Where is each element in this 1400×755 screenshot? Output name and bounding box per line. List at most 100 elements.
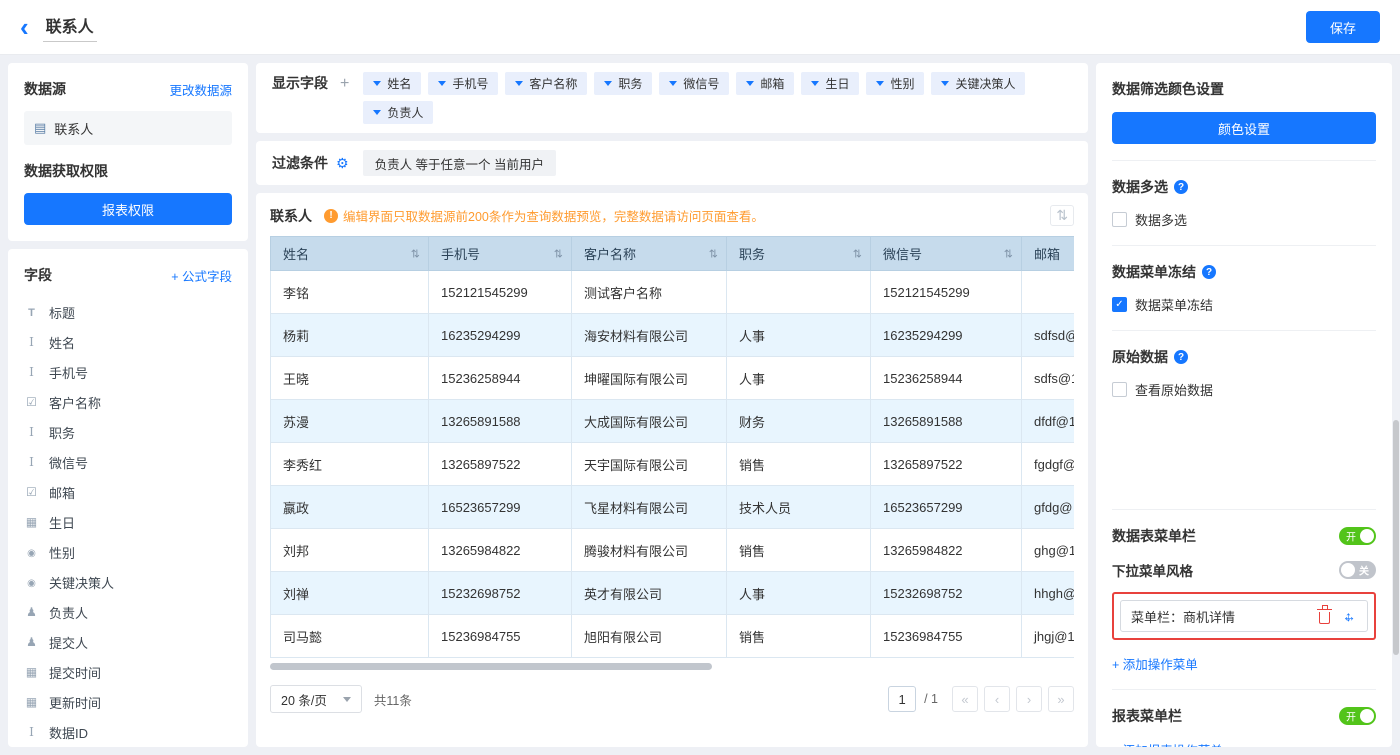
field-item-customer[interactable]: 客户名称 <box>24 387 232 417</box>
field-item-submit-time[interactable]: 提交时间 <box>24 657 232 687</box>
next-page-button[interactable] <box>1016 686 1042 712</box>
multi-select-section: 数据多选 数据多选 <box>1112 161 1376 246</box>
column-header[interactable]: 职务 <box>727 237 871 271</box>
field-item-gender[interactable]: 性别 <box>24 537 232 567</box>
trash-icon[interactable] <box>1319 612 1330 624</box>
table-row[interactable]: 苏漫13265891588大成国际有限公司财务13265891588dfdf@1 <box>271 400 1075 443</box>
fields-card: 字段 + 公式字段 标题 姓名 手机号 客户名称 职务 微信号 邮箱 生日 性别… <box>8 249 248 747</box>
display-field-chip[interactable]: 邮箱 <box>736 72 794 95</box>
filter-condition-chip[interactable]: 负责人 等于任意一个 当前用户 <box>363 150 556 176</box>
field-item-birthday[interactable]: 生日 <box>24 507 232 537</box>
field-label: 性别 <box>49 543 75 562</box>
table-row[interactable]: 嬴政16523657299飞星材料有限公司技术人员16523657299gfdg… <box>271 486 1075 529</box>
gear-icon[interactable] <box>336 155 349 172</box>
menu-bar-item[interactable]: 菜单栏：商机详情 <box>1120 600 1368 632</box>
last-page-button[interactable] <box>1048 686 1074 712</box>
sort-arrows-icon[interactable] <box>853 247 862 260</box>
add-display-field-button[interactable]: + <box>340 72 349 95</box>
table-preview-card: 联系人 编辑界面只取数据源前200条作为查询数据预览，完整数据请访问页面查看。 … <box>256 193 1088 747</box>
table-row[interactable]: 李铭152121545299测试客户名称152121545299 <box>271 271 1075 314</box>
field-item-wechat[interactable]: 微信号 <box>24 447 232 477</box>
color-settings-title: 数据筛选颜色设置 <box>1112 79 1376 99</box>
cell: 13265897522 <box>429 443 572 486</box>
field-label: 邮箱 <box>49 483 75 502</box>
question-icon[interactable] <box>1202 265 1216 279</box>
sort-arrows-icon[interactable] <box>554 247 563 260</box>
sort-arrows-icon[interactable] <box>709 247 718 260</box>
raw-data-checkbox[interactable] <box>1112 382 1127 397</box>
column-header[interactable]: 邮箱 <box>1022 237 1075 271</box>
field-item-decision-maker[interactable]: 关键决策人 <box>24 567 232 597</box>
toggle-label: 开 <box>1346 529 1356 544</box>
field-item-phone[interactable]: 手机号 <box>24 357 232 387</box>
display-field-chip[interactable]: 生日 <box>801 72 859 95</box>
field-label: 标题 <box>49 303 75 322</box>
display-field-chip[interactable]: 负责人 <box>363 101 433 124</box>
change-datasource-link[interactable]: 更改数据源 <box>169 80 232 99</box>
field-item-submitter[interactable]: 提交人 <box>24 627 232 657</box>
question-icon[interactable] <box>1174 350 1188 364</box>
column-header[interactable]: 微信号 <box>871 237 1022 271</box>
back-icon[interactable] <box>20 17 29 37</box>
cell: 飞星材料有限公司 <box>572 486 727 529</box>
field-item-data-id[interactable]: 数据ID <box>24 717 232 747</box>
display-field-chip[interactable]: 微信号 <box>659 72 729 95</box>
color-settings-button[interactable]: 颜色设置 <box>1112 112 1376 144</box>
table-row[interactable]: 司马懿15236984755旭阳有限公司销售15236984755jhgj@1 <box>271 615 1075 658</box>
table-row[interactable]: 李秀红13265897522天宇国际有限公司销售13265897522fgdgf… <box>271 443 1075 486</box>
table-row[interactable]: 刘邦13265984822腾骏材料有限公司销售13265984822ghg@1 <box>271 529 1075 572</box>
cell <box>1022 271 1075 314</box>
field-label: 更新时间 <box>49 693 101 712</box>
add-formula-field-link[interactable]: + 公式字段 <box>171 266 232 285</box>
page-size-select[interactable]: 20 条/页 <box>270 685 362 713</box>
cell <box>727 271 871 314</box>
display-field-chip[interactable]: 手机号 <box>428 72 498 95</box>
field-item-title[interactable]: 标题 <box>24 297 232 327</box>
table-row[interactable]: 杨莉16235294299海安材料有限公司人事16235294299sdfsd@ <box>271 314 1075 357</box>
report-permission-button[interactable]: 报表权限 <box>24 193 232 225</box>
display-field-chip[interactable]: 性别 <box>866 72 924 95</box>
field-label: 关键决策人 <box>49 573 114 592</box>
field-item-job[interactable]: 职务 <box>24 417 232 447</box>
column-header[interactable]: 客户名称 <box>572 237 727 271</box>
column-header[interactable]: 姓名 <box>271 237 429 271</box>
display-field-chip[interactable]: 客户名称 <box>505 72 587 95</box>
cell: 16235294299 <box>871 314 1022 357</box>
chip-label: 职务 <box>618 75 642 92</box>
table-row[interactable]: 王晓15236258944坤曜国际有限公司人事15236258944sdfs@1 <box>271 357 1075 400</box>
sort-arrows-icon[interactable] <box>411 247 420 260</box>
move-icon[interactable] <box>1342 609 1357 624</box>
dropdown-style-toggle[interactable]: 关 <box>1339 561 1376 579</box>
multi-select-label: 数据多选 <box>1135 210 1187 229</box>
display-field-chip[interactable]: 职务 <box>594 72 652 95</box>
sort-arrows-icon[interactable] <box>1004 247 1013 260</box>
field-item-update-time[interactable]: 更新时间 <box>24 687 232 717</box>
add-action-menu-link[interactable]: + 添加操作菜单 <box>1112 654 1198 673</box>
table-menu-toggle[interactable]: 开 <box>1339 527 1376 545</box>
cell: 人事 <box>727 572 871 615</box>
column-header[interactable]: 手机号 <box>429 237 572 271</box>
window-scrollbar[interactable] <box>1393 420 1399 655</box>
display-field-chip[interactable]: 关键决策人 <box>931 72 1025 95</box>
menu-freeze-checkbox[interactable] <box>1112 297 1127 312</box>
horizontal-scrollbar[interactable] <box>270 661 1074 671</box>
save-button[interactable]: 保存 <box>1306 11 1380 43</box>
page-input[interactable] <box>888 686 916 712</box>
field-item-name[interactable]: 姓名 <box>24 327 232 357</box>
first-page-button[interactable] <box>952 686 978 712</box>
datasource-item[interactable]: 联系人 <box>24 111 232 145</box>
sort-icon[interactable] <box>1050 205 1074 226</box>
table-row[interactable]: 刘禅15232698752英才有限公司人事15232698752hhgh@ <box>271 572 1075 615</box>
chevron-down-icon <box>876 81 884 86</box>
field-item-email[interactable]: 邮箱 <box>24 477 232 507</box>
question-icon[interactable] <box>1174 180 1188 194</box>
prev-page-button[interactable] <box>984 686 1010 712</box>
pagination-bar: 20 条/页 共11条 / 1 <box>270 685 1074 713</box>
display-field-chip[interactable]: 姓名 <box>363 72 421 95</box>
scrollbar-thumb[interactable] <box>270 663 712 670</box>
report-menu-toggle[interactable]: 开 <box>1339 707 1376 725</box>
field-item-owner[interactable]: 负责人 <box>24 597 232 627</box>
add-report-action-menu-link[interactable]: + 添加报表操作菜单 <box>1112 744 1223 747</box>
cell: 15236984755 <box>871 615 1022 658</box>
multi-select-checkbox[interactable] <box>1112 212 1127 227</box>
